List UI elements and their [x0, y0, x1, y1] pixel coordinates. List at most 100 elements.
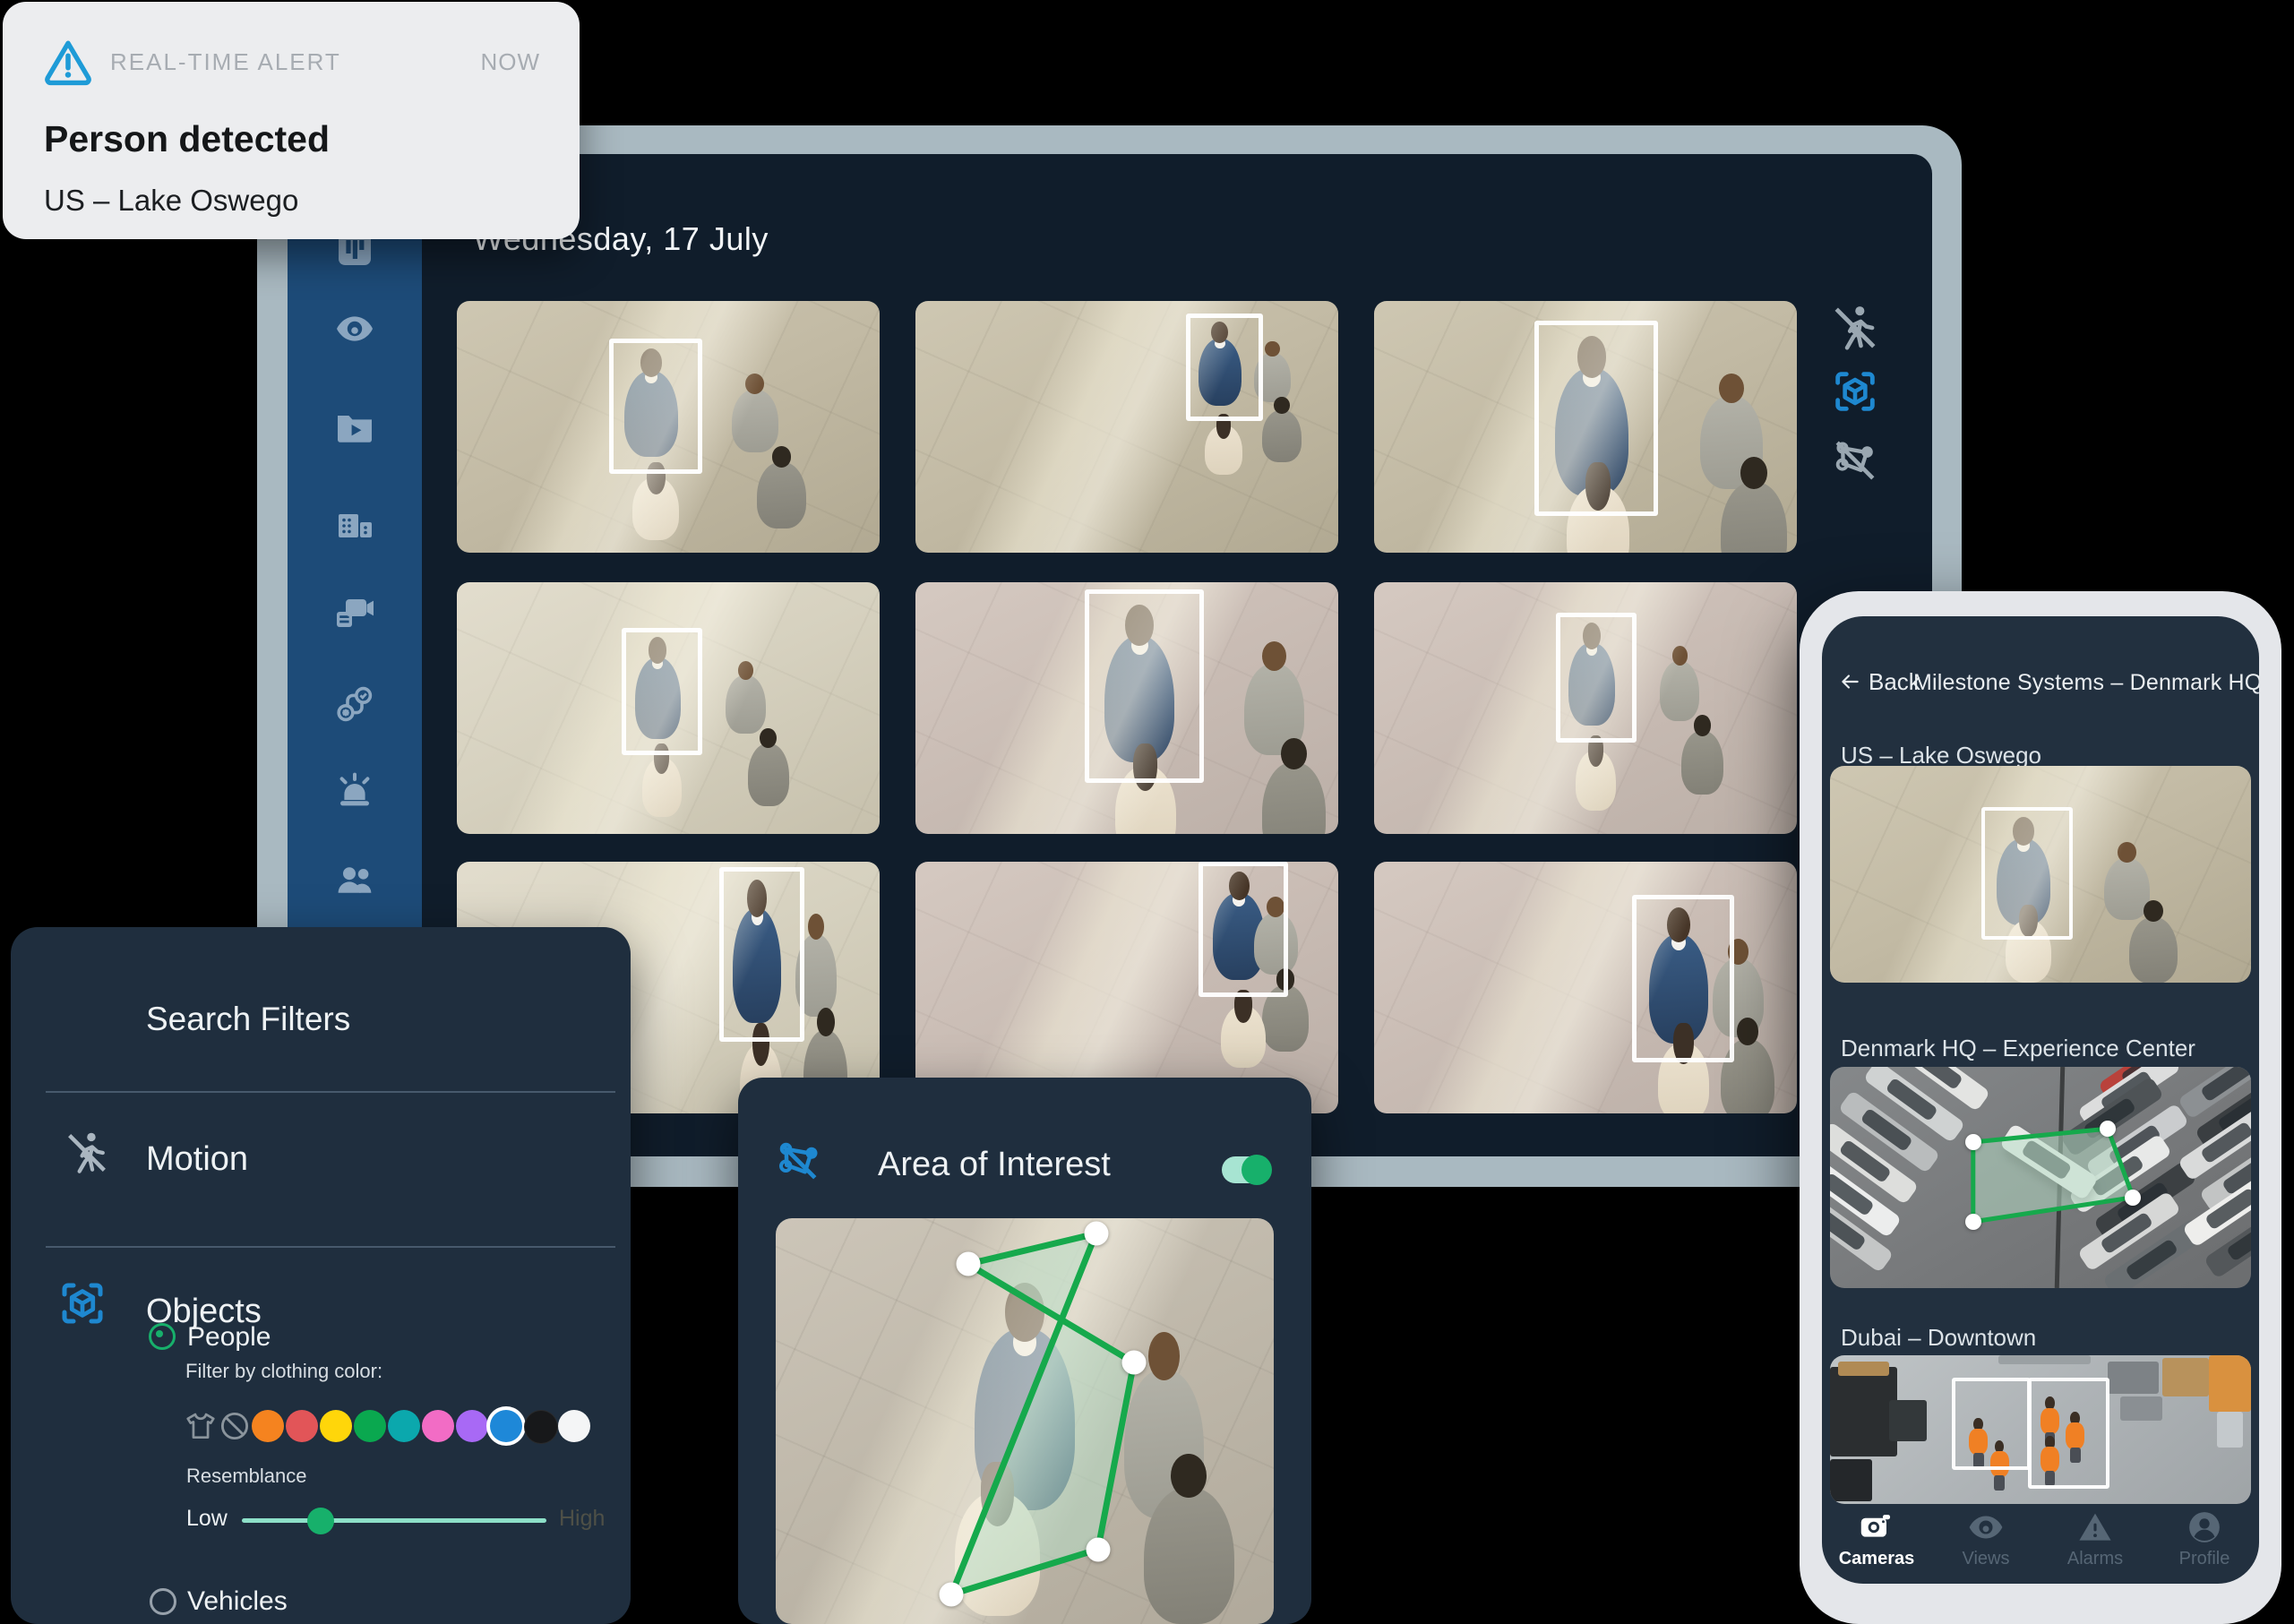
nav-item-profile[interactable]: Profile: [2160, 1508, 2249, 1569]
vehicles-radio[interactable]: [150, 1588, 176, 1615]
sidebar-item-cameras[interactable]: [333, 591, 376, 634]
resemblance-label: Resemblance: [186, 1465, 307, 1488]
warehouse-crates: [1998, 1355, 2091, 1364]
realtime-alert-card[interactable]: REAL-TIME ALERT NOW Person detected US –…: [3, 2, 580, 239]
person-figure: [1681, 715, 1723, 795]
area-off-icon[interactable]: [1829, 434, 1881, 486]
color-swatch[interactable]: [286, 1410, 318, 1442]
motion-off-icon[interactable]: [1829, 302, 1881, 354]
person-detection-box: [719, 867, 804, 1042]
mobile-camera-tile[interactable]: [1830, 1355, 2251, 1504]
area-polygon: [1830, 1067, 2251, 1288]
sidebar-item-sites[interactable]: [333, 501, 376, 544]
mobile-camera-tile[interactable]: [1830, 766, 2251, 983]
back-arrow-icon: [1838, 670, 1861, 693]
camera-tile[interactable]: [915, 582, 1338, 834]
filter-row-motion[interactable]: Motion: [11, 1120, 631, 1218]
person-detection-box: [1556, 613, 1637, 743]
clothing-filter-label: Filter by clothing color:: [185, 1360, 382, 1383]
polygon-vertex-handle[interactable]: [1965, 1214, 1981, 1230]
alert-timestamp: NOW: [480, 48, 540, 76]
resemblance-slider-thumb[interactable]: [307, 1508, 334, 1534]
person-head: [1737, 1018, 1758, 1044]
camera-tile[interactable]: [915, 862, 1338, 1113]
person-body: [1721, 482, 1787, 553]
nav-label: Alarms: [2050, 1549, 2140, 1569]
person-head: [2144, 900, 2163, 922]
camera-tile[interactable]: [457, 301, 880, 553]
polygon-vertex-handle[interactable]: [940, 1582, 964, 1606]
sidebar-item-recordings[interactable]: [333, 406, 376, 449]
divider: [46, 1091, 615, 1093]
area-of-interest-preview[interactable]: [776, 1218, 1274, 1624]
camera-tile[interactable]: [457, 582, 880, 834]
nav-item-alarms[interactable]: Alarms: [2050, 1508, 2140, 1569]
person-detection-box: [1534, 321, 1657, 516]
resemblance-slider-track[interactable]: [242, 1518, 546, 1523]
person-figure: [2129, 900, 2178, 983]
person-figure: [1262, 738, 1326, 834]
person-detection-box: [1085, 589, 1204, 782]
camera-tile[interactable]: [1374, 301, 1797, 553]
color-swatch[interactable]: [252, 1410, 284, 1442]
warehouse-crates: [1830, 1367, 1897, 1456]
area-polygon: [776, 1218, 1274, 1624]
camera-icon: [1857, 1508, 1896, 1547]
color-swatch[interactable]: [524, 1410, 558, 1444]
alert-badge: REAL-TIME ALERT: [110, 48, 341, 76]
filter-row-objects[interactable]: Objects: [11, 1269, 631, 1368]
camera-tile[interactable]: [1374, 862, 1797, 1113]
mobile-site-title: Milestone Systems – Denmark HQ: [1913, 670, 2259, 696]
polygon-vertex-handle[interactable]: [1121, 1351, 1146, 1375]
search-filters-panel: Search Filters Motion Objects People Fil…: [11, 927, 631, 1624]
person-detection-box: [2028, 1378, 2109, 1489]
sidebar-item-alarms[interactable]: [333, 769, 376, 812]
slider-high-label: High: [559, 1506, 605, 1532]
person-detection-box: [609, 339, 702, 474]
object-search-icon[interactable]: [1829, 365, 1881, 417]
color-swatch[interactable]: [422, 1410, 454, 1442]
polygon-vertex-handle[interactable]: [956, 1252, 980, 1276]
color-swatch[interactable]: [558, 1410, 590, 1442]
person-figure: [732, 374, 778, 451]
worker-legs: [1994, 1475, 2005, 1491]
warehouse-crates: [2162, 1358, 2209, 1396]
motion-label: Motion: [146, 1140, 248, 1179]
person-detection-box: [1186, 314, 1263, 421]
person-figure: [632, 462, 679, 540]
camera-tile[interactable]: [915, 301, 1338, 553]
mobile-camera-tile[interactable]: [1830, 1067, 2251, 1288]
person-detection-box: [1632, 895, 1734, 1062]
mobile-camera-label: Dubai – Downtown: [1841, 1324, 2036, 1352]
people-radio[interactable]: [149, 1323, 176, 1350]
mobile-camera-label: Denmark HQ – Experience Center: [1841, 1035, 2195, 1062]
color-swatch[interactable]: [320, 1410, 352, 1442]
person-figure: [1221, 990, 1265, 1068]
sidebar-item-rules[interactable]: [333, 683, 376, 726]
warning-triangle-icon: [42, 36, 94, 88]
tshirt-icon[interactable]: [184, 1409, 218, 1443]
person-head: [2118, 842, 2136, 863]
polygon-vertex-handle[interactable]: [1084, 1222, 1108, 1246]
polygon-vertex-handle[interactable]: [2125, 1190, 2141, 1206]
sidebar-item-live-view[interactable]: [333, 307, 376, 350]
back-button[interactable]: Back: [1838, 666, 1920, 697]
area-of-interest-toggle[interactable]: [1222, 1156, 1268, 1183]
person-body: [1262, 762, 1326, 834]
color-swatch-selected[interactable]: [490, 1410, 522, 1442]
people-label: People: [187, 1322, 271, 1353]
sidebar-item-users[interactable]: [333, 858, 376, 901]
area-polygon-icon: [772, 1135, 826, 1189]
nav-item-cameras[interactable]: Cameras: [1832, 1508, 1921, 1569]
color-swatch[interactable]: [388, 1410, 420, 1442]
polygon-vertex-handle[interactable]: [1965, 1134, 1981, 1150]
person-body: [1660, 661, 1699, 721]
polygon-vertex-handle[interactable]: [1086, 1537, 1110, 1561]
color-swatch[interactable]: [354, 1410, 386, 1442]
polygon-vertex-handle[interactable]: [2100, 1121, 2116, 1137]
no-color-icon[interactable]: [218, 1409, 252, 1443]
nav-item-views[interactable]: Views: [1941, 1508, 2031, 1569]
alert-title: Person detected: [44, 118, 330, 160]
color-swatch[interactable]: [456, 1410, 488, 1442]
camera-tile[interactable]: [1374, 582, 1797, 834]
